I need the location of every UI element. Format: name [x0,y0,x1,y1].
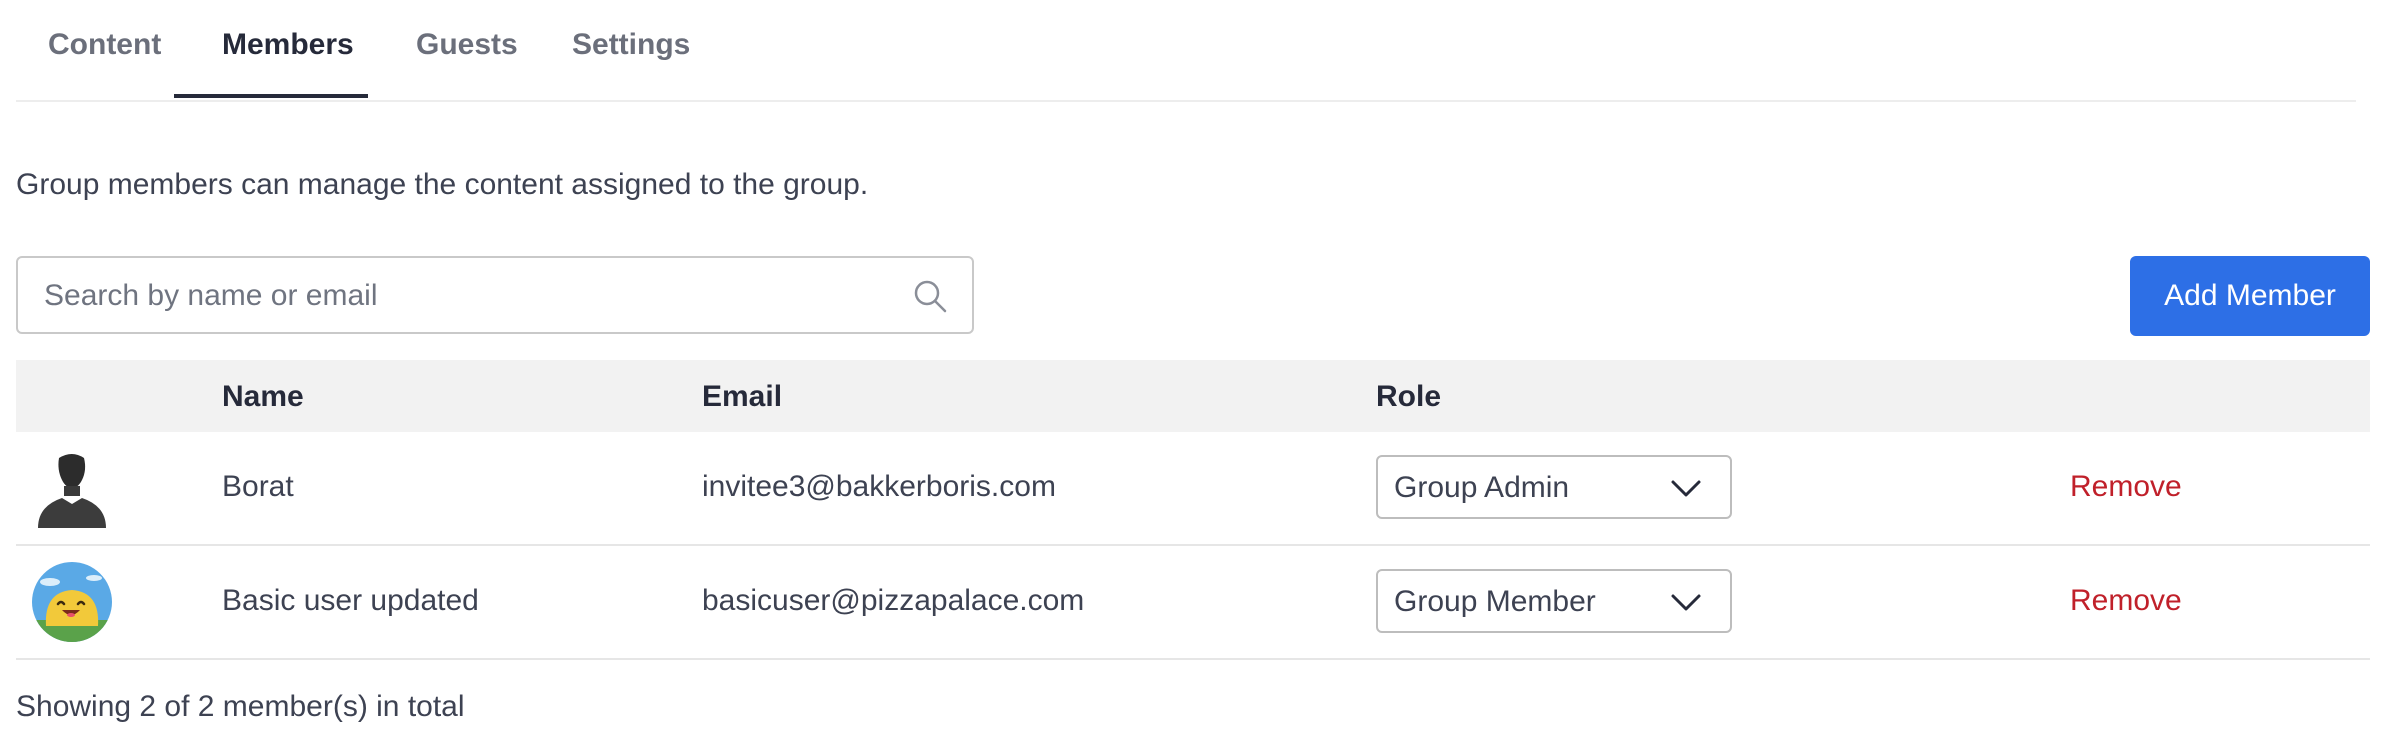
chevron-down-icon [1671,480,1701,497]
search-icon[interactable] [912,278,948,314]
tab-content[interactable]: Content [48,28,161,62]
role-dropdown[interactable]: Group Member [1376,569,1732,633]
smiley-blob-avatar [32,562,112,642]
search-box [16,256,974,334]
member-name: Basic user updated [222,584,479,617]
role-dropdown[interactable]: Group Admin [1376,455,1732,519]
member-name: Borat [222,470,294,503]
column-header-role: Role [1376,380,1442,413]
table-row: Basic user updated basicuser@pizzapalace… [16,546,2370,660]
active-tab-indicator [174,94,368,98]
member-email: basicuser@pizzapalace.com [702,584,1085,617]
remove-member-link[interactable]: Remove [2070,584,2182,618]
tab-guests[interactable]: Guests [416,28,518,62]
column-header-email: Email [702,380,783,413]
add-member-button[interactable]: Add Member [2130,256,2370,336]
search-input[interactable] [42,272,906,320]
column-header-name: Name [222,380,304,413]
pagination-summary: Showing 2 of 2 member(s) in total [16,690,465,723]
table-row: Borat invitee3@bakkerboris.com Group Adm… [16,432,2370,546]
page-description: Group members can manage the content ass… [16,168,869,201]
default-silhouette-avatar [38,454,106,528]
role-dropdown-value: Group Member [1394,585,1596,618]
member-email: invitee3@bakkerboris.com [702,470,1056,503]
chevron-down-icon [1671,594,1701,611]
tab-settings[interactable]: Settings [572,28,690,62]
table-header: Name Email Role [16,360,2370,432]
tab-members[interactable]: Members [222,28,354,62]
tab-bar: Content Members Guests Settings [16,0,2356,102]
remove-member-link[interactable]: Remove [2070,470,2182,504]
role-dropdown-value: Group Admin [1394,471,1570,504]
